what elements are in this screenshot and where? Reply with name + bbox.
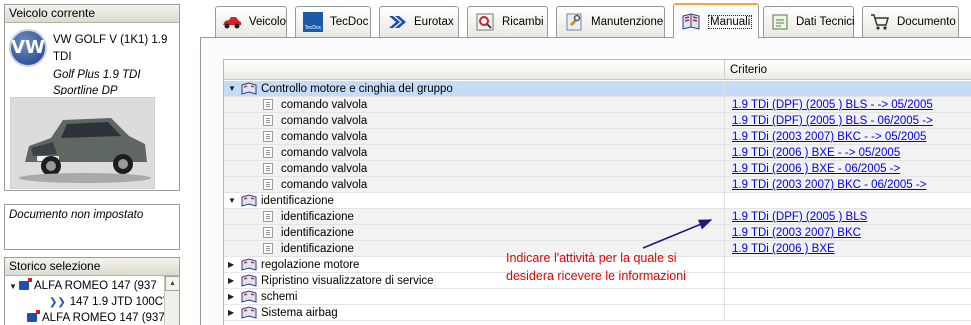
vehicle-panel: Veicolo corrente VW VW GOLF V (1K1) 1.9 … [4,4,180,191]
history-item[interactable]: ❯❯ 147 1.9 JTD 100CV J [49,294,180,310]
vw-logo-icon: VW [9,29,47,67]
history-panel: Storico selezione ▼ ALFA ROMEO 147 (937 ❯… [4,257,180,325]
scroll-up-icon[interactable]: ▲ [165,276,180,291]
manual-icon [680,12,702,32]
document-panel: Documento non impostato [4,204,180,250]
vehicle-name: VW GOLF V (1K1) 1.9 TDI [53,34,168,63]
eurotax-arrows-icon: ❯❯ [49,297,66,308]
tab-label: Manuali [708,14,753,29]
tab-manuali[interactable]: Manuali [673,3,759,38]
history-scrollbar[interactable]: ▲ [164,276,180,325]
main-area: Veicolo TecDoc TecDoc Eurotax Ricambi Ma… [183,0,971,325]
annotation-line: Indicare l'attività per la quale si [506,251,677,265]
collapse-triangle-icon[interactable]: ▼ [9,279,19,295]
vehicle-panel-title: Veicolo corrente [5,5,179,23]
annotation-line: desidera ricevere le informazioni [506,269,686,283]
document-status: Documento non impostato [9,209,144,221]
history-item[interactable]: ALFA ROMEO 147 (937 [27,310,165,325]
history-item-label: ALFA ROMEO 147 (937 [34,280,157,292]
vehicle-subname: Golf Plus 1.9 TDI Sportline DP [53,69,141,95]
history-item[interactable]: ▼ ALFA ROMEO 147 (937 [9,278,157,294]
left-panel: Veicolo corrente VW VW GOLF V (1K1) 1.9 … [0,0,183,325]
vehicle-photo [10,97,155,189]
history-item-label: ALFA ROMEO 147 (937 [42,312,165,324]
car-icon [27,310,40,322]
history-panel-title: Storico selezione [5,258,179,276]
annotation-text: Indicare l'attività per la quale si desi… [506,249,686,285]
car-icon [19,278,32,290]
history-list: ▼ ALFA ROMEO 147 (937 ❯❯ 147 1.9 JTD 100CV… [5,276,180,325]
